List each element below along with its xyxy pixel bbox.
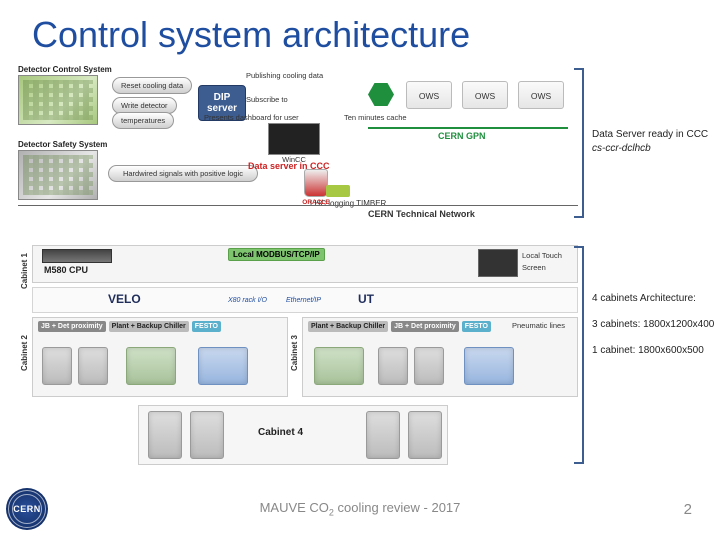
architecture-diagram: Detector Control System Detector Safety … xyxy=(18,65,578,435)
io-module-2-icon xyxy=(190,411,224,459)
dcs-panel-thumb xyxy=(18,75,98,125)
cabinet-1-label: Cabinet 1 xyxy=(20,253,29,289)
ut-breaker-1-icon xyxy=(378,347,408,385)
plc-cpu-icon xyxy=(42,249,112,263)
velo-breaker-2-icon xyxy=(78,347,108,385)
ten-min-cache-label: Ten minutes cache xyxy=(344,113,407,122)
ctn-label: CERN Technical Network xyxy=(368,209,475,219)
velo-plant-chiller-label: Plant + Backup Chiller xyxy=(109,321,189,332)
upper-bracket-icon xyxy=(574,68,584,218)
dip-label-line1: DIP xyxy=(214,92,231,103)
subscribe-label: Subscribe to xyxy=(246,95,288,104)
lower-bracket-icon xyxy=(574,246,584,464)
oracle-db-icon xyxy=(304,169,328,197)
velo-festo-label: FESTO xyxy=(192,321,221,332)
dcs-section-label: Detector Control System xyxy=(18,65,112,74)
ut-label: UT xyxy=(358,292,374,306)
temperatures-pill: temperatures xyxy=(112,112,174,129)
lhc-logging-timber-label: LHC logging TIMBER xyxy=(310,199,386,208)
anno-top-line2: cs-ccr-dclhcb xyxy=(592,142,720,156)
cabinets-arch-annotation: 4 cabinets Architecture: xyxy=(592,292,696,306)
m580-cpu-label: M580 CPU xyxy=(44,265,88,275)
velo-breaker-1-icon xyxy=(42,347,72,385)
ctn-line xyxy=(18,205,578,206)
ut-pump-icon xyxy=(464,347,514,385)
ethernet-ip-label: Ethernet/IP xyxy=(286,297,321,304)
ut-plant-chiller-label: Plant + Backup Chiller xyxy=(308,321,388,332)
velo-pump-icon xyxy=(198,347,248,385)
modbus-tcpip-label: Local MODBUS/TCP/IP xyxy=(228,248,325,261)
velo-label: VELO xyxy=(108,292,141,306)
reset-cooling-pill: Reset cooling data xyxy=(112,77,192,94)
ut-breaker-2-icon xyxy=(414,347,444,385)
wincc-screen-icon xyxy=(268,123,320,155)
ows-box-3: OWS xyxy=(518,81,564,109)
three-cabinets-annotation: 3 cabinets: 1800x1200x400 xyxy=(592,318,714,332)
footer-text-b: cooling review - 2017 xyxy=(334,500,460,515)
velo-jb-det-label: JB + Det proximity xyxy=(38,321,106,332)
touchscreen-label-2: Screen xyxy=(522,263,546,272)
slide-number: 2 xyxy=(684,501,692,518)
nxcals-db-icon xyxy=(326,185,350,197)
gpn-line xyxy=(368,127,568,129)
pneumatic-lines-label: Pneumatic lines xyxy=(512,321,565,330)
x80-rack-label: X80 rack I/O xyxy=(228,297,267,304)
one-cabinet-annotation: 1 cabinet: 1800x600x500 xyxy=(592,344,704,358)
slide-title: Control system architecture xyxy=(32,14,470,56)
ut-chiller-icon xyxy=(314,347,364,385)
ut-festo-label: FESTO xyxy=(462,321,491,332)
io-module-3-icon xyxy=(366,411,400,459)
dss-panel-thumb xyxy=(18,150,98,200)
footer-caption: MAUVE CO 2 cooling review - 2017 xyxy=(0,500,720,518)
cabinet-3-label: Cabinet 3 xyxy=(290,335,299,371)
anno-top-line1: Data Server ready in CCC xyxy=(592,129,708,140)
ows-box-2: OWS xyxy=(462,81,508,109)
io-module-1-icon xyxy=(148,411,182,459)
cabinet-4-label: Cabinet 4 xyxy=(258,427,303,438)
lower-cabinets-block: Cabinet 1 M580 CPU Local MODBUS/TCP/IP L… xyxy=(18,245,578,475)
velo-chiller-icon xyxy=(126,347,176,385)
footer-text-a: MAUVE CO xyxy=(260,500,329,515)
cabinet-2-label: Cabinet 2 xyxy=(20,335,29,371)
upper-network-block: Detector Control System Detector Safety … xyxy=(18,65,578,230)
publish-label: Publishing cooling data xyxy=(246,71,323,80)
hardwired-signals-pill: Hardwired signals with positive logic xyxy=(108,165,258,182)
ut-jb-det-label: JB + Det proximity xyxy=(391,321,459,332)
touchscreen-label-1: Local Touch xyxy=(522,251,562,260)
dss-section-label: Detector Safety System xyxy=(18,140,107,149)
data-server-annotation: Data Server ready in CCC cs-ccr-dclhcb xyxy=(592,128,720,155)
touchscreen-icon xyxy=(478,249,518,277)
io-module-4-icon xyxy=(408,411,442,459)
gpn-hex-icon xyxy=(368,83,394,106)
gpn-label: CERN GPN xyxy=(438,131,486,141)
ows-box-1: OWS xyxy=(406,81,452,109)
dashboard-label: Presents dashboard for user xyxy=(204,113,299,122)
